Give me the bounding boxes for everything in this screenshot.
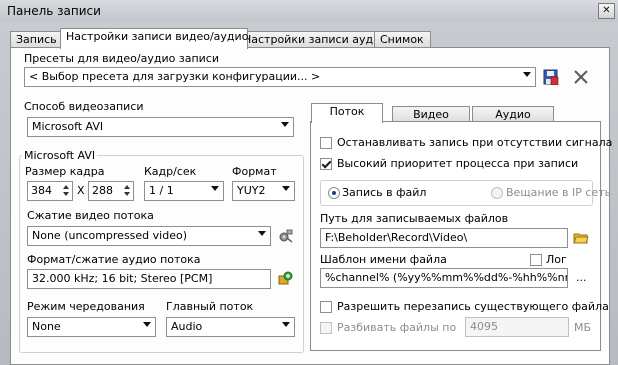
broadcast-ip-radio[interactable] — [491, 187, 503, 199]
stop-no-signal-checkbox[interactable] — [320, 137, 332, 149]
spin-up-icon[interactable] — [62, 183, 71, 191]
template-input[interactable]: %channel% (%yy%%mm%%dd%-%hh%%nn% — [320, 268, 568, 288]
chevron-down-icon — [143, 322, 151, 327]
window-title: Панель записи — [7, 4, 101, 18]
spin-down-icon[interactable] — [62, 191, 71, 199]
template-value: %channel% (%yy%%mm%%dd%-%hh%%nn% — [325, 271, 568, 284]
spin-down-icon[interactable] — [123, 191, 132, 199]
presets-select[interactable]: < Выбор пресета для загрузки конфигураци… — [24, 67, 536, 87]
template-browse-button[interactable]: ... — [576, 271, 587, 284]
broadcast-ip-label: Вещание в IP сеть — [506, 186, 612, 199]
tab-audio-settings[interactable]: Настройки записи аудио — [237, 31, 387, 48]
tab-snapshot[interactable]: Снимок — [374, 31, 431, 48]
chevron-down-icon — [282, 186, 290, 191]
chevron-down-icon — [281, 122, 289, 127]
title-bar[interactable]: Панель записи ✕ — [0, 0, 618, 22]
master-stream-value: Audio — [171, 320, 203, 333]
log-checkbox[interactable] — [530, 254, 542, 266]
path-label: Путь для записываемых файлов — [320, 212, 509, 225]
frame-width-input[interactable]: 384 — [27, 181, 73, 201]
folder-open-icon[interactable] — [573, 230, 589, 246]
interleave-select[interactable]: None — [27, 317, 156, 337]
frame-width-value: 384 — [31, 184, 52, 197]
split-size-value: 4095 — [470, 320, 498, 333]
chevron-down-icon — [282, 322, 290, 327]
split-files-checkbox[interactable] — [320, 322, 332, 334]
split-size-input[interactable]: 4095 — [465, 317, 569, 337]
chevron-down-icon — [523, 72, 531, 77]
path-input[interactable]: F:\Beholder\Record\Video\ — [320, 228, 568, 248]
recording-panel-window: Панель записи ✕ Запись Настройки записи … — [0, 0, 618, 365]
video-codec-settings-icon[interactable] — [278, 228, 294, 244]
record-to-file-radio[interactable] — [328, 187, 340, 199]
split-files-label: Разбивать файлы по — [337, 321, 457, 334]
format-label: Формат — [232, 165, 277, 178]
log-label: Лог — [546, 253, 567, 266]
recording-method-select[interactable]: Microsoft AVI — [27, 117, 294, 137]
audio-codec-settings-icon[interactable] — [277, 270, 293, 286]
tab-stream[interactable]: Поток — [311, 103, 383, 123]
tab-video-audio-settings[interactable]: Настройки записи видео/аудио — [60, 28, 248, 49]
audio-format-label: Формат/сжатие аудио потока — [27, 253, 201, 266]
presets-label: Пресеты для видео/аудио записи — [24, 52, 219, 65]
master-stream-select[interactable]: Audio — [166, 317, 295, 337]
stop-no-signal-label: Останавливать запись при отсутствии сигн… — [337, 136, 613, 149]
high-priority-checkbox[interactable] — [320, 158, 332, 170]
video-compression-label: Сжатие видео потока — [27, 209, 154, 222]
frame-size-label: Размер кадра — [25, 165, 105, 178]
avi-group-title: Microsoft AVI — [22, 149, 98, 162]
format-select[interactable]: YUY2 — [232, 181, 295, 201]
video-compression-value: None (uncompressed video) — [32, 229, 187, 242]
save-disk-icon[interactable] — [543, 69, 559, 85]
frame-height-input[interactable]: 288 — [88, 181, 134, 201]
template-label: Шаблон имени файла — [320, 253, 447, 266]
chevron-down-icon — [258, 231, 266, 236]
path-value: F:\Beholder\Record\Video\ — [325, 231, 468, 244]
format-value: YUY2 — [237, 184, 266, 197]
tab-recording[interactable]: Запись — [10, 31, 61, 48]
master-stream-label: Главный поток — [166, 300, 254, 313]
chevron-down-icon — [211, 186, 219, 191]
audio-format-field[interactable]: 32.000 kHz; 16 bit; Stereo [PCM] — [27, 269, 271, 289]
overwrite-checkbox[interactable] — [320, 301, 332, 313]
recording-method-value: Microsoft AVI — [32, 120, 104, 133]
delete-x-icon[interactable] — [572, 68, 590, 86]
fps-label: Кадр/сек — [144, 165, 197, 178]
fps-select[interactable]: 1 / 1 — [144, 181, 224, 201]
interleave-value: None — [32, 320, 61, 333]
split-unit-label: МБ — [574, 321, 592, 334]
record-to-file-label: Запись в файл — [342, 186, 427, 199]
presets-select-value: < Выбор пресета для загрузки конфигураци… — [29, 70, 321, 83]
fps-value: 1 / 1 — [149, 184, 174, 197]
frame-size-separator: X — [77, 184, 85, 197]
audio-format-value: 32.000 kHz; 16 bit; Stereo [PCM] — [32, 272, 213, 285]
video-compression-select[interactable]: None (uncompressed video) — [27, 226, 271, 246]
interleave-label: Режим чередования — [27, 300, 145, 313]
recording-method-label: Способ видеозаписи — [24, 100, 144, 113]
high-priority-label: Высокий приоритет процесса при записи — [337, 157, 579, 170]
spin-up-icon[interactable] — [123, 183, 132, 191]
close-button[interactable]: ✕ — [598, 3, 615, 19]
frame-height-value: 288 — [92, 184, 113, 197]
overwrite-label: Разрешить перезапись существующего файла — [337, 300, 609, 313]
